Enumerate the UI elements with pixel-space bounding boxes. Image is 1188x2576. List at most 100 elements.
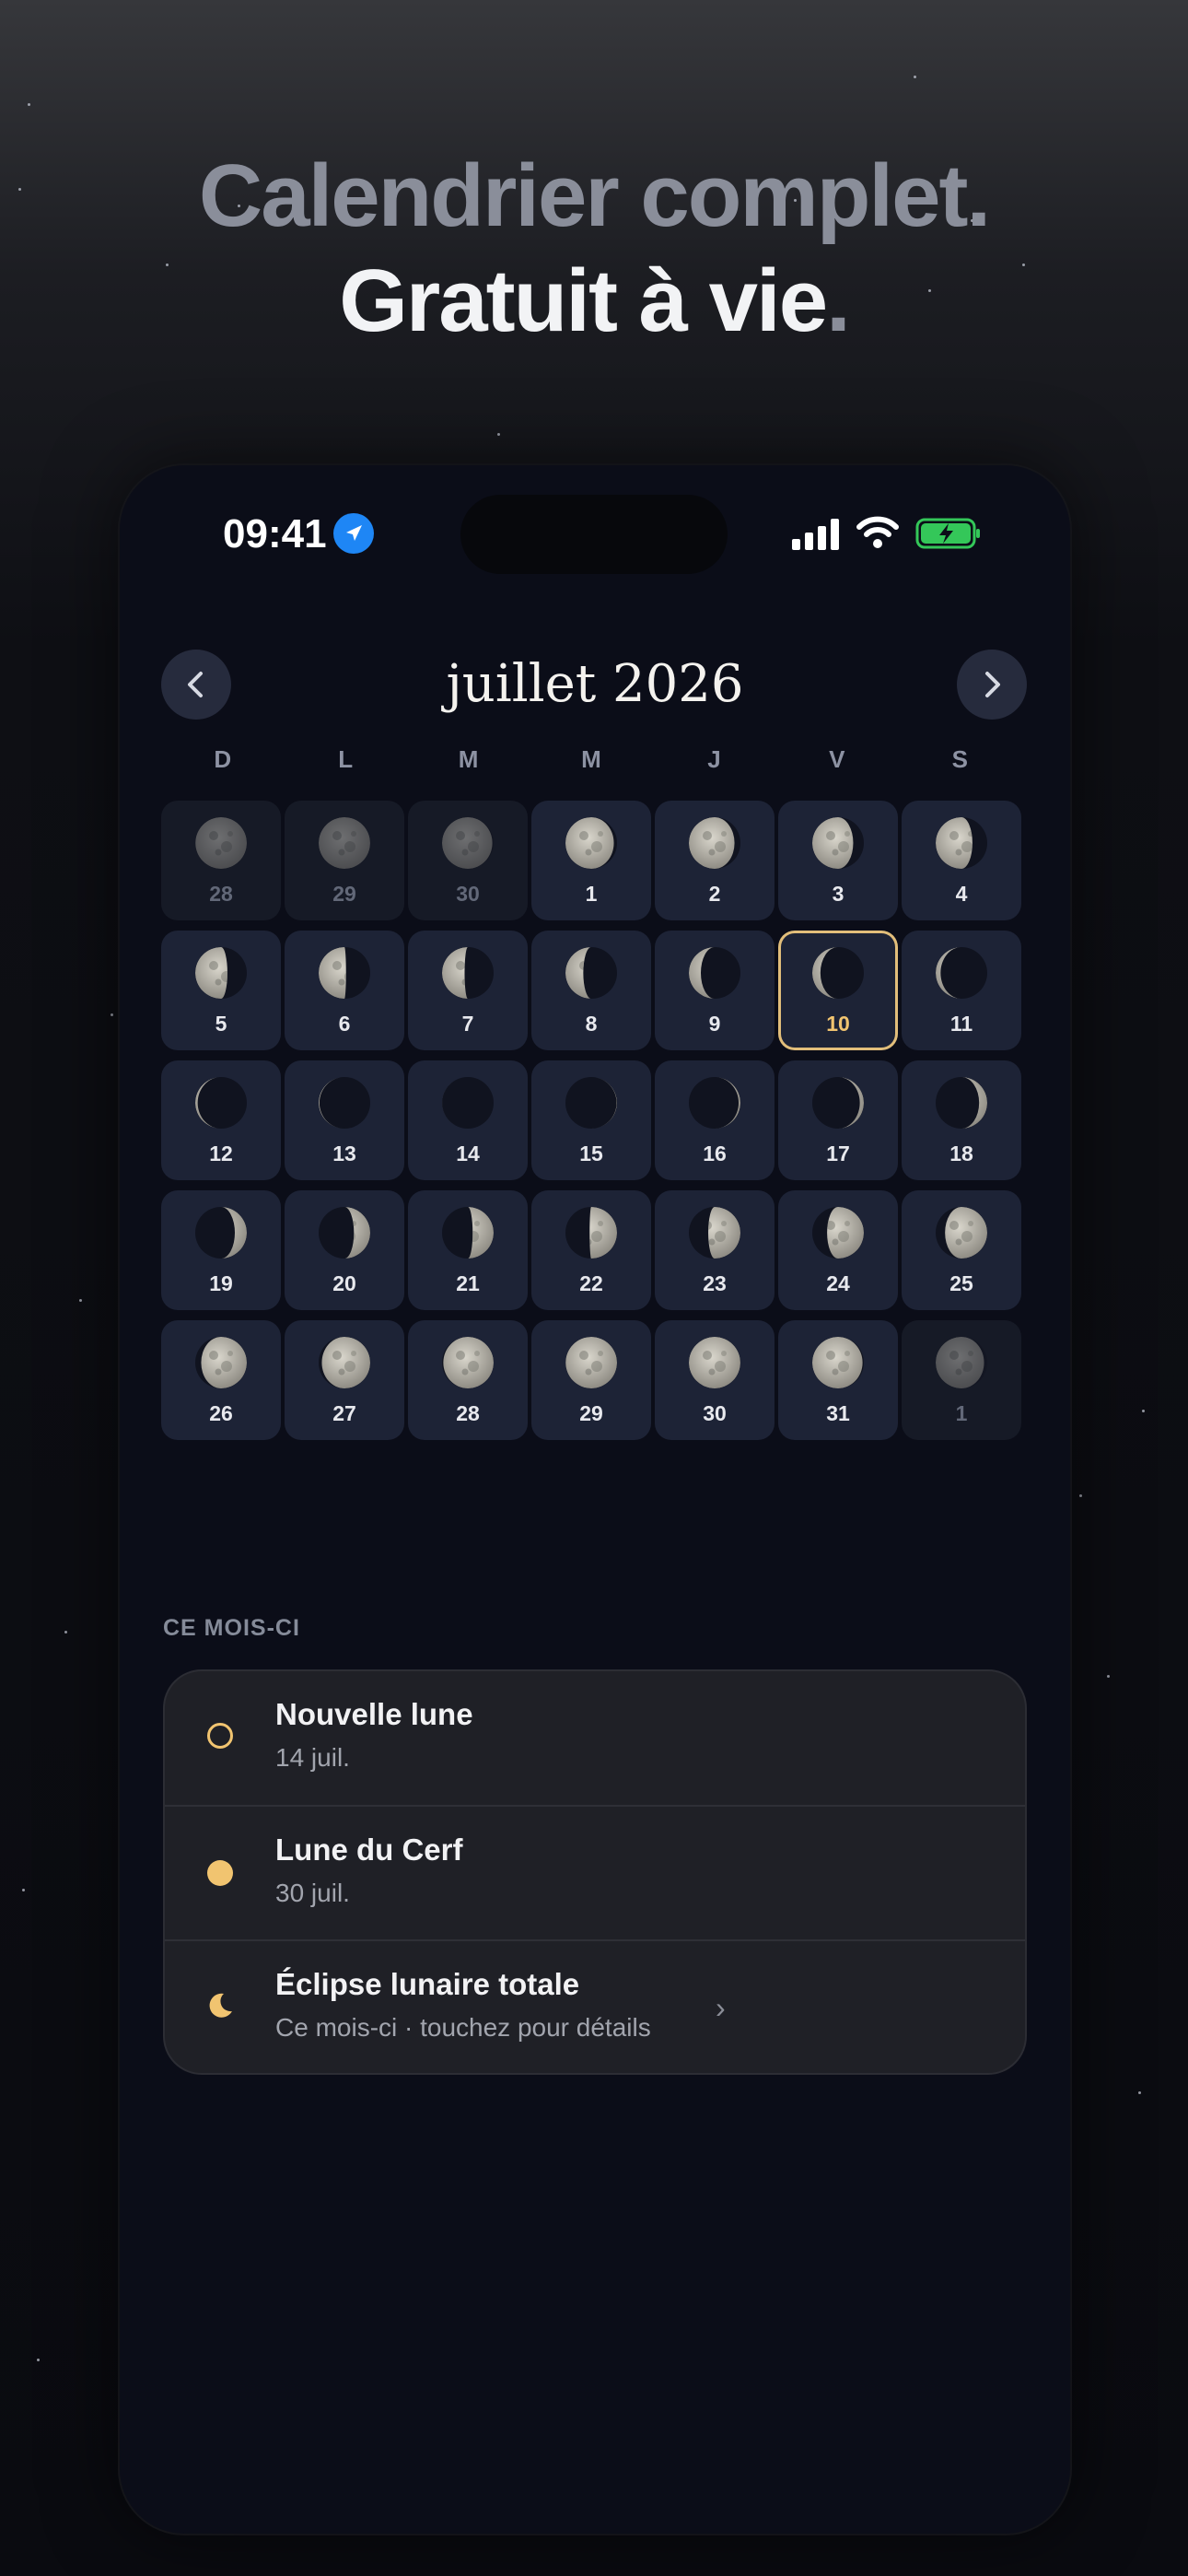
calendar-day[interactable]: 17 <box>778 1060 898 1180</box>
weekday-label: S <box>951 745 968 773</box>
calendar-day[interactable]: 22 <box>531 1190 651 1310</box>
moon-phase-icon <box>195 1077 247 1129</box>
event-row-full-moon[interactable]: Lune du Cerf 30 juil. <box>165 1805 1025 1940</box>
star <box>1142 1410 1145 1412</box>
calendar-day[interactable]: 21 <box>408 1190 528 1310</box>
star <box>1079 1494 1082 1497</box>
moon-phase-icon <box>195 1207 247 1259</box>
day-number: 27 <box>332 1401 356 1425</box>
calendar-day[interactable]: 1 <box>902 1320 1021 1440</box>
day-number: 17 <box>826 1142 850 1165</box>
moon-phase-icon <box>812 947 864 999</box>
star <box>79 1299 82 1302</box>
weekday-label: L <box>338 745 354 773</box>
day-number: 26 <box>209 1401 233 1425</box>
calendar-day[interactable]: 4 <box>902 801 1021 920</box>
calendar-day[interactable]: 5 <box>161 931 281 1050</box>
calendar-day[interactable]: 30 <box>655 1320 775 1440</box>
day-number: 4 <box>955 882 968 906</box>
calendar-day[interactable]: 11 <box>902 931 1021 1050</box>
section-label: CE MOIS-CI <box>163 1615 300 1641</box>
next-month-button[interactable] <box>957 650 1027 720</box>
calendar-day[interactable]: 12 <box>161 1060 281 1180</box>
moon-phase-icon <box>195 947 247 999</box>
star <box>37 2359 40 2361</box>
day-number: 2 <box>708 882 721 906</box>
calendar-day[interactable]: 28 <box>408 1320 528 1440</box>
calendar-day[interactable]: 2 <box>655 801 775 920</box>
day-number: 13 <box>332 1142 356 1165</box>
moon-phase-icon <box>936 1077 987 1129</box>
star <box>1138 2091 1141 2094</box>
events-card: Nouvelle lune 14 juil. Lune du Cerf 30 j… <box>163 1669 1027 2075</box>
calendar-day[interactable]: 15 <box>531 1060 651 1180</box>
calendar-day[interactable]: 8 <box>531 931 651 1050</box>
day-number: 28 <box>456 1401 480 1425</box>
calendar-day[interactable]: 7 <box>408 931 528 1050</box>
weekday-label: V <box>829 745 845 773</box>
moon-phase-icon <box>689 1207 740 1259</box>
day-number: 22 <box>579 1271 603 1295</box>
day-number: 25 <box>949 1271 973 1295</box>
calendar-day[interactable]: 3 <box>778 801 898 920</box>
calendar-day[interactable]: 24 <box>778 1190 898 1310</box>
day-number: 8 <box>585 1012 598 1036</box>
headline-line-2: Gratuit à vie. <box>0 251 1188 352</box>
star <box>28 103 30 106</box>
calendar-day[interactable]: 23 <box>655 1190 775 1310</box>
calendar-day[interactable]: 29 <box>531 1320 651 1440</box>
moon-phase-icon <box>689 1077 740 1129</box>
event-row-new-moon[interactable]: Nouvelle lune 14 juil. <box>165 1671 1025 1805</box>
headline-line-2-text: Gratuit à vie <box>339 252 828 350</box>
moon-phase-icon <box>565 947 617 999</box>
calendar-day-today[interactable]: 10 <box>778 931 898 1050</box>
cellular-signal-icon <box>792 519 840 550</box>
day-number: 1 <box>585 882 598 906</box>
day-number: 3 <box>832 882 844 906</box>
day-number: 19 <box>209 1271 233 1295</box>
moon-phase-icon <box>565 1337 617 1388</box>
calendar-day[interactable]: 31 <box>778 1320 898 1440</box>
weekday-label: M <box>458 745 479 773</box>
day-number: 30 <box>456 882 480 906</box>
calendar-day[interactable]: 30 <box>408 801 528 920</box>
day-number: 16 <box>703 1142 727 1165</box>
calendar-day[interactable]: 14 <box>408 1060 528 1180</box>
day-number: 29 <box>579 1401 603 1425</box>
calendar-day[interactable]: 29 <box>285 801 404 920</box>
calendar-day[interactable]: 13 <box>285 1060 404 1180</box>
calendar-day[interactable]: 27 <box>285 1320 404 1440</box>
day-number: 15 <box>579 1142 603 1165</box>
star <box>22 1889 25 1891</box>
calendar-day[interactable]: 16 <box>655 1060 775 1180</box>
moon-phase-icon <box>319 947 370 999</box>
day-number: 12 <box>209 1142 233 1165</box>
calendar-day[interactable]: 18 <box>902 1060 1021 1180</box>
moon-phase-icon <box>195 817 247 869</box>
calendar-day[interactable]: 1 <box>531 801 651 920</box>
day-number: 24 <box>826 1271 850 1295</box>
moon-phase-icon <box>689 817 740 869</box>
chevron-right-icon <box>985 672 1000 697</box>
day-number: 31 <box>826 1401 850 1425</box>
calendar-day[interactable]: 20 <box>285 1190 404 1310</box>
star <box>64 1631 67 1633</box>
calendar-day[interactable]: 28 <box>161 801 281 920</box>
moon-phase-icon <box>442 817 494 869</box>
calendar-day[interactable]: 26 <box>161 1320 281 1440</box>
day-number: 5 <box>215 1012 227 1036</box>
day-number: 14 <box>456 1142 480 1165</box>
day-number: 23 <box>703 1271 727 1295</box>
weekday-label: J <box>707 745 721 773</box>
calendar-day[interactable]: 6 <box>285 931 404 1050</box>
moon-phase-icon <box>565 1207 617 1259</box>
moon-phase-icon <box>812 1077 864 1129</box>
event-row-eclipse[interactable]: Éclipse lunaire totale Ce mois-ci · touc… <box>165 1939 1025 2073</box>
calendar-day[interactable]: 9 <box>655 931 775 1050</box>
moon-phase-icon <box>195 1337 247 1388</box>
day-number: 6 <box>338 1012 351 1036</box>
calendar-day[interactable]: 19 <box>161 1190 281 1310</box>
calendar-day[interactable]: 25 <box>902 1190 1021 1310</box>
moon-phase-icon <box>442 1207 494 1259</box>
phone-frame: 09:41 juillet 2026 D L M M J V S 28 29 3… <box>120 465 1070 2534</box>
